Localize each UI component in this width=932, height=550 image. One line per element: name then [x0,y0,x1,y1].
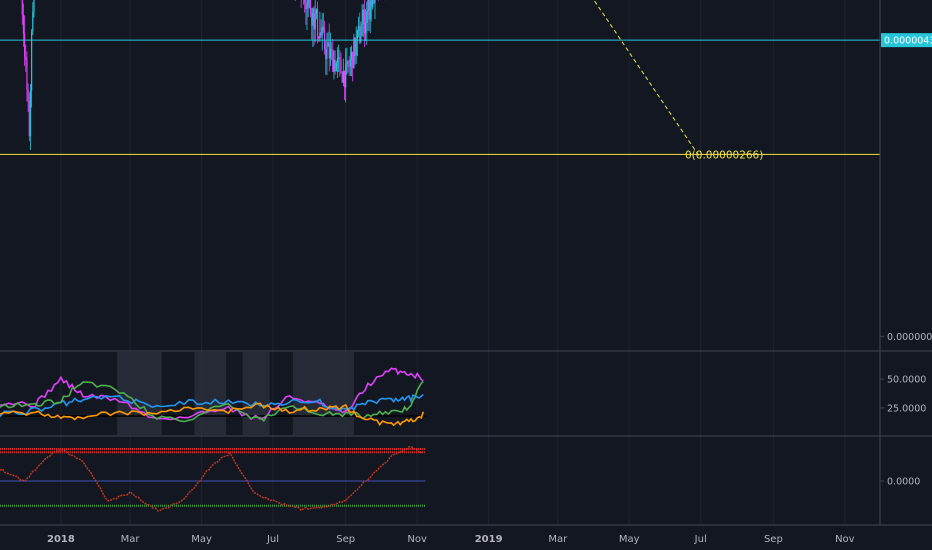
candle-body [332,49,334,72]
x-axis-tick-label: 2018 [47,534,75,545]
x-axis-tick-label: 2019 [475,534,503,545]
candle-body [340,59,342,74]
candle-body [321,27,323,36]
x-axis-tick-label: Mar [548,534,568,545]
x-axis-tick-label: Jul [266,534,279,545]
y-axis-tick-label: 0.00000000 [887,332,932,343]
candle-body [357,25,360,31]
candle-body [362,9,364,25]
candle-body [331,48,333,50]
candle-body [325,49,327,59]
candle-body [342,71,344,83]
x-axis-tick-label: Jul [694,534,707,545]
candle-body [24,33,26,57]
shaded-range [292,352,354,435]
candle-body [309,0,312,13]
candle-body [335,62,337,72]
candle-body [372,0,374,7]
candle-body [304,0,306,3]
y-axis-tick-label: 0.00000500 [887,0,932,1]
shaded-range [242,352,270,435]
x-axis-tick-label: Sep [336,534,355,545]
x-axis-tick-label: Nov [407,534,427,545]
candle-body [327,42,329,47]
candle-body [32,11,34,32]
candle-body [306,7,308,9]
x-axis-tick-label: Sep [764,534,783,545]
candle-body [322,27,325,30]
candle-body [326,46,328,59]
candle-body [316,9,319,37]
y-axis-tick-label: 0.0000 [887,477,920,488]
candle-body [364,22,367,34]
x-axis-tick-label: Nov [835,534,855,545]
candle-body [374,0,376,4]
candle-body [348,66,350,67]
candle-body [334,59,336,72]
chart-background [0,0,932,550]
candle-body [349,59,351,67]
shaded-range [194,352,227,435]
candle-body [323,29,326,50]
candle-body [368,0,370,20]
candle-body [345,64,347,88]
candle-body [320,32,322,36]
candle-body [26,60,28,90]
candle-body [363,9,366,34]
candle-body [33,0,35,12]
candle-body [329,48,332,59]
candle-body [333,59,335,72]
candle-body [338,57,340,59]
y-axis-tick-label: 25.0000 [887,403,926,414]
candle-body [312,8,314,26]
support-price-tag: 0.00000433 [884,36,932,47]
candle-body [311,12,313,26]
candle-body [359,25,361,42]
candle-body [369,0,371,20]
fib-level-label: 0(0.00000266) [685,149,763,161]
y-axis-tick-label: 50.0000 [887,375,926,386]
candle-body [307,0,309,8]
candle-body [350,52,353,60]
candle-body [319,32,321,39]
candle-body [328,42,330,59]
candle-body [339,57,341,60]
candle-body [336,57,339,63]
candle-body [25,56,27,61]
candle-body [373,0,375,4]
candle-body [313,8,315,30]
candle-body [366,11,368,23]
candle-body [341,73,343,83]
candle-body [353,37,355,69]
chart-canvas: 2.618(0.00004207)1(0.00001772)0.618(0.00… [0,0,932,550]
candle-body [27,89,29,101]
candle-body [305,2,307,9]
candle-body [29,90,32,137]
candle-body [347,61,349,67]
candle-body [314,14,316,30]
candle-body [352,52,354,69]
candle-body [28,100,30,137]
candle-body [315,9,317,15]
x-axis-tick-label: May [191,534,212,545]
candle-body [356,30,358,40]
candle-body [21,0,23,15]
candle-body [346,61,348,65]
candle-body [343,71,346,88]
candle-body [318,36,320,39]
candle-body [361,24,363,36]
candle-body [22,14,25,34]
candle-body [360,35,362,42]
candle-body [367,0,369,12]
x-axis-tick-label: Mar [121,534,141,545]
candle-body [370,0,373,7]
x-axis-tick-label: May [619,534,640,545]
candle-body [355,39,357,56]
